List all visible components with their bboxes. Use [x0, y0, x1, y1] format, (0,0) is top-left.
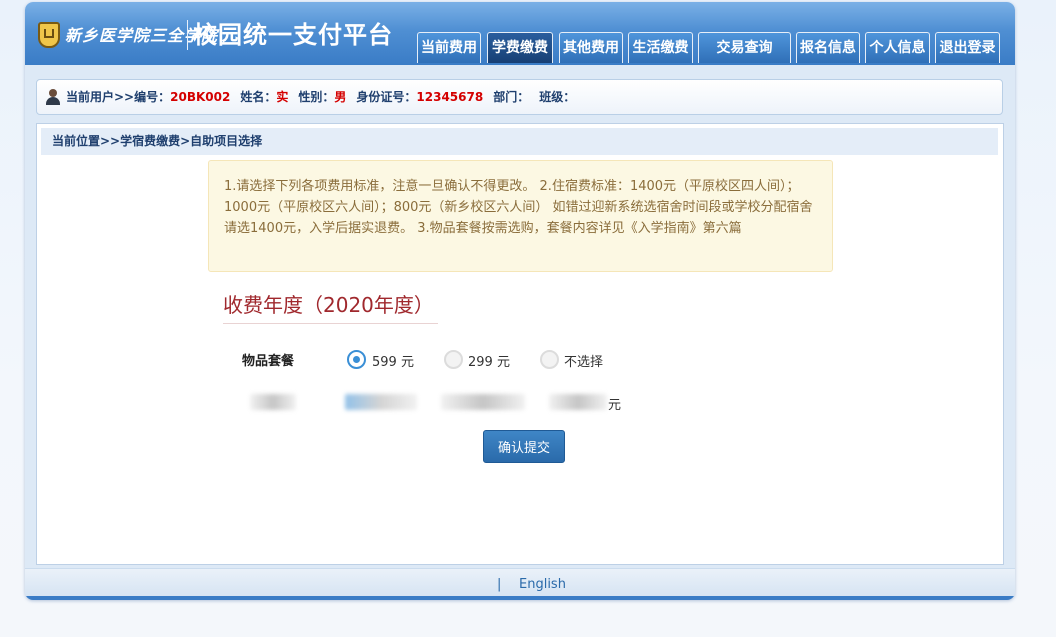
user-prefix: 当前用户>>编号：: [66, 90, 171, 104]
goods-package-label: 物品套餐: [242, 354, 295, 369]
confirm-submit-button[interactable]: 确认提交: [483, 430, 565, 463]
header: 新乡医学院三全学院 校园统一支付平台 当前费用 学费缴费 其他费用 生活缴费 交…: [25, 2, 1015, 65]
frame-bottom-border: [25, 596, 1015, 600]
radio-299[interactable]: [444, 350, 463, 369]
gender-label: 性别：: [298, 90, 335, 104]
notice-box: 1.请选择下列各项费用标准，注意一旦确认不得更改。 2.住宿费标准：1400元（…: [208, 160, 833, 272]
school-logo-icon: [38, 22, 60, 48]
user-id: 20BK002: [170, 90, 231, 104]
second-row-unit: 元: [608, 398, 622, 413]
title-divider: [187, 20, 188, 50]
tab-personal-info[interactable]: 个人信息: [865, 32, 930, 63]
idcard-label: 身份证号：: [356, 90, 417, 104]
radio-none[interactable]: [540, 350, 559, 369]
user-name: 实: [276, 90, 289, 104]
fee-year-title: 收费年度（2020年度）: [223, 290, 438, 324]
platform-title: 校园统一支付平台: [193, 21, 393, 49]
english-link[interactable]: English: [519, 577, 566, 592]
tab-tuition-payment[interactable]: 学费缴费: [487, 32, 553, 63]
user-info-bar: 当前用户>>编号：20BK002 姓名：实 性别：男 身份证号：12345678 部门：…: [36, 79, 1003, 115]
radio-599-label[interactable]: 599 元: [372, 351, 414, 370]
radio-599[interactable]: [347, 350, 366, 369]
footer-separator: |: [497, 577, 502, 592]
user-icon: [45, 89, 61, 105]
radio-299-label[interactable]: 299 元: [468, 351, 510, 370]
user-idcard: 12345678: [416, 90, 484, 104]
tab-current-fees[interactable]: 当前费用: [417, 32, 481, 63]
user-gender: 男: [334, 90, 347, 104]
tab-logout[interactable]: 退出登录: [935, 32, 1000, 63]
radio-none-label[interactable]: 不选择: [564, 351, 603, 370]
breadcrumb: 当前位置>>学宿费缴费>自助项目选择: [41, 128, 998, 155]
name-label: 姓名：: [240, 90, 277, 104]
app-frame: 新乡医学院三全学院 校园统一支付平台 当前费用 学费缴费 其他费用 生活缴费 交…: [25, 2, 1015, 600]
blurred-option-3[interactable]: [549, 394, 607, 410]
blurred-option-1[interactable]: [345, 394, 417, 410]
blurred-row-label: [250, 394, 296, 410]
dept-label: 部门：: [493, 90, 530, 104]
user-info: 当前用户>>编号：20BK002 姓名：实 性别：男 身份证号：12345678 部门：…: [66, 80, 575, 114]
tab-other-fees[interactable]: 其他费用: [559, 32, 623, 63]
class-label: 班级：: [539, 90, 576, 104]
main-content: 当前位置>>学宿费缴费>自助项目选择 1.请选择下列各项费用标准，注意一旦确认不…: [36, 123, 1004, 565]
tab-transaction-query[interactable]: 交易查询: [698, 32, 791, 63]
tab-living-payment[interactable]: 生活缴费: [628, 32, 693, 63]
blurred-option-2[interactable]: [441, 394, 525, 410]
tab-registration-info[interactable]: 报名信息: [796, 32, 860, 63]
